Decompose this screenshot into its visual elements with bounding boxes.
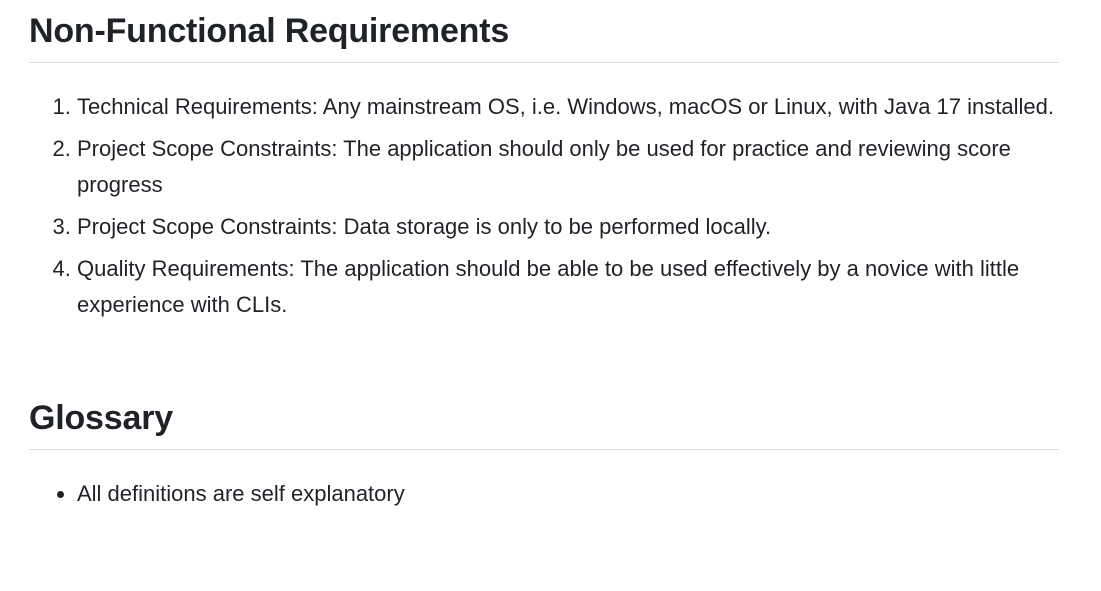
list-item: Quality Requirements: The application sh… xyxy=(77,251,1059,323)
glossary-heading: Glossary xyxy=(29,398,1059,450)
list-item: Technical Requirements: Any mainstream O… xyxy=(77,89,1059,125)
list-item: All definitions are self explanatory xyxy=(77,476,1059,512)
glossary-list: All definitions are self explanatory xyxy=(29,476,1059,512)
nonfunctional-requirements-heading: Non-Functional Requirements xyxy=(29,11,1059,63)
list-item: Project Scope Constraints: The applicati… xyxy=(77,131,1059,203)
nonfunctional-requirements-list: Technical Requirements: Any mainstream O… xyxy=(29,89,1059,329)
list-item: Project Scope Constraints: Data storage … xyxy=(77,209,1059,245)
